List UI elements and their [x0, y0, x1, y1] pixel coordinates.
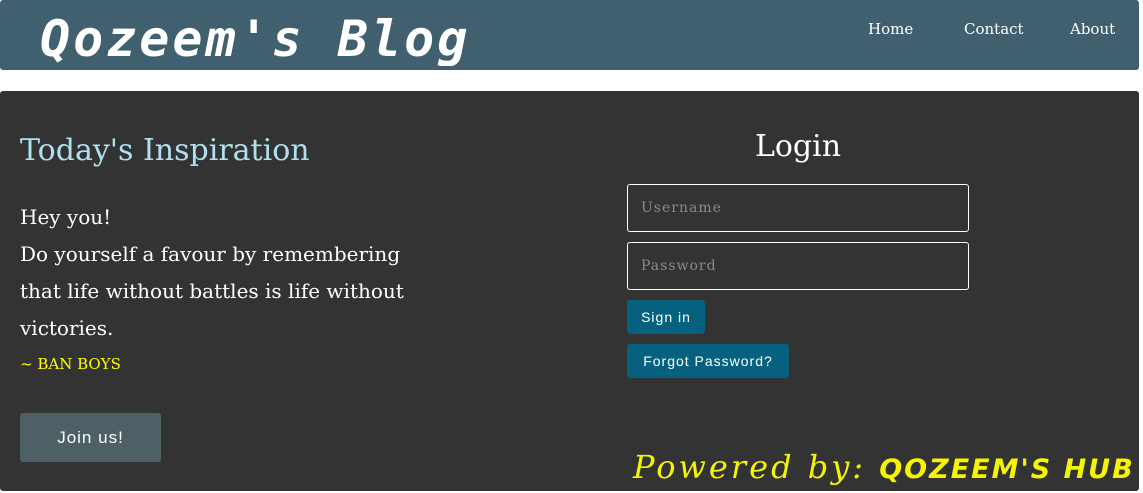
quote-line: Do yourself a favour by remembering — [20, 242, 401, 266]
password-input[interactable] — [627, 242, 969, 290]
nav-home-link[interactable]: Home — [868, 20, 913, 38]
main-panel: Today's Inspiration Hey you! Do yourself… — [0, 91, 1139, 491]
forgot-password-button[interactable]: Forgot Password? — [627, 344, 789, 378]
quote-greeting: Hey you! — [20, 205, 112, 229]
quote-author: ~ BAN BOYS — [20, 355, 121, 373]
powered-by-prefix: Powered by: — [633, 448, 880, 486]
login-heading: Login — [754, 129, 842, 164]
powered-by-credit: Powered by: QOZEEM'S HUB — [633, 448, 1135, 486]
inspiration-heading: Today's Inspiration — [20, 133, 310, 168]
nav-contact-link[interactable]: Contact — [964, 20, 1024, 38]
site-header: Qozeem's Blog Home Contact About — [0, 0, 1139, 70]
quote-line: that life without battles is life withou… — [20, 279, 404, 303]
join-us-button[interactable]: Join us! — [20, 413, 161, 462]
username-input[interactable] — [627, 184, 969, 232]
nav-about-link[interactable]: About — [1070, 20, 1115, 38]
sign-in-button[interactable]: Sign in — [627, 300, 705, 334]
powered-by-name: QOZEEM'S HUB — [879, 454, 1135, 485]
site-logo-title[interactable]: Qozeem's Blog — [40, 4, 470, 66]
quote-line: victories. — [20, 316, 114, 340]
inspiration-quote: Hey you! Do yourself a favour by remembe… — [20, 199, 420, 347]
